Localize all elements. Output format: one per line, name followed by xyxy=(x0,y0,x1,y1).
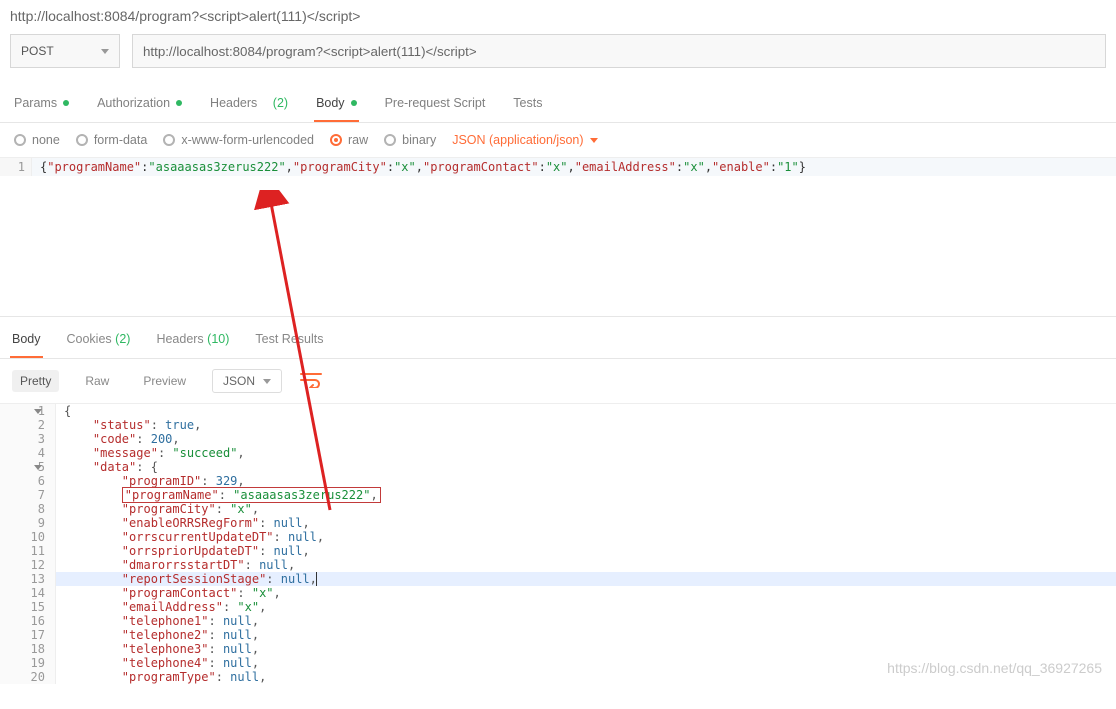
resp-tab-test-results[interactable]: Test Results xyxy=(253,322,325,358)
tab-body[interactable]: Body xyxy=(314,86,359,122)
radio-none[interactable]: none xyxy=(14,133,60,147)
content-type-select[interactable]: JSON (application/json) xyxy=(452,133,597,147)
json-line[interactable]: 2 "status": true, xyxy=(0,418,1116,432)
resp-tab-cookies[interactable]: Cookies (2) xyxy=(65,322,133,358)
tab-tests[interactable]: Tests xyxy=(511,86,544,122)
json-line[interactable]: 7 "programName": "asaaasas3zerus222", xyxy=(0,488,1116,502)
status-dot-icon xyxy=(176,100,182,106)
chevron-down-icon xyxy=(590,138,598,143)
resp-tab-body[interactable]: Body xyxy=(10,322,43,358)
mode-preview[interactable]: Preview xyxy=(135,370,194,392)
radio-form-data[interactable]: form-data xyxy=(76,133,148,147)
request-body-line[interactable]: {"programName":"asaaasas3alert(111)zerus… xyxy=(32,158,1116,176)
json-line[interactable]: 19 "telephone4": null, xyxy=(0,656,1116,670)
mode-raw[interactable]: Raw xyxy=(77,370,117,392)
tab-headers[interactable]: Headers (2) xyxy=(208,86,290,122)
radio-binary[interactable]: binary xyxy=(384,133,436,147)
gutter-line-number: 1 xyxy=(0,158,32,176)
json-line[interactable]: 3 "code": 200, xyxy=(0,432,1116,446)
format-select[interactable]: JSON xyxy=(212,369,282,393)
resp-tab-headers[interactable]: Headers (10) xyxy=(154,322,231,358)
json-line[interactable]: 10 "orrscurrentUpdateDT": null, xyxy=(0,530,1116,544)
tab-prerequest[interactable]: Pre-request Script xyxy=(383,86,488,122)
request-body-editor[interactable]: 1 {"programName":"asaaasas3alert(111)zer… xyxy=(0,157,1116,316)
mode-pretty[interactable]: Pretty xyxy=(12,370,59,392)
json-line[interactable]: 9 "enableORRSRegForm": null, xyxy=(0,516,1116,530)
tab-authorization[interactable]: Authorization xyxy=(95,86,184,122)
json-line[interactable]: 20 "programType": null, xyxy=(0,670,1116,684)
url-input[interactable] xyxy=(132,34,1106,68)
json-line[interactable]: 4 "message": "succeed", xyxy=(0,446,1116,460)
json-line[interactable]: 14 "programContact": "x", xyxy=(0,586,1116,600)
json-line[interactable]: 15 "emailAddress": "x", xyxy=(0,600,1116,614)
json-line[interactable]: 8 "programCity": "x", xyxy=(0,502,1116,516)
http-method-select[interactable]: POST xyxy=(10,34,120,68)
json-line[interactable]: 11 "orrspriorUpdateDT": null, xyxy=(0,544,1116,558)
response-toolbar: Pretty Raw Preview JSON xyxy=(0,359,1116,403)
json-line[interactable]: 1{ xyxy=(0,404,1116,418)
json-line[interactable]: 17 "telephone2": null, xyxy=(0,628,1116,642)
json-line[interactable]: 12 "dmarorrsstartDT": null, xyxy=(0,558,1116,572)
json-line[interactable]: 5 "data": { xyxy=(0,460,1116,474)
json-line[interactable]: 6 "programID": 329, xyxy=(0,474,1116,488)
tab-params[interactable]: Params xyxy=(12,86,71,122)
chevron-down-icon xyxy=(263,379,271,384)
wrap-lines-icon[interactable] xyxy=(300,372,322,391)
request-tabs: Params Authorization Headers (2) Body Pr… xyxy=(0,86,1116,123)
status-dot-icon xyxy=(63,100,69,106)
radio-raw[interactable]: raw xyxy=(330,133,368,147)
json-line[interactable]: 18 "telephone3": null, xyxy=(0,642,1116,656)
http-method-value: POST xyxy=(21,44,54,58)
chevron-down-icon xyxy=(101,49,109,54)
radio-urlencoded[interactable]: x-www-form-urlencoded xyxy=(163,133,314,147)
response-tabs: Body Cookies (2) Headers (10) Test Resul… xyxy=(0,322,1116,359)
json-line[interactable]: 16 "telephone1": null, xyxy=(0,614,1116,628)
response-body[interactable]: 1{2 "status": true,3 "code": 200,4 "mess… xyxy=(0,403,1116,684)
body-type-radios: none form-data x-www-form-urlencoded raw… xyxy=(0,123,1116,157)
json-line[interactable]: 13 "reportSessionStage": null, xyxy=(0,572,1116,586)
page-title: http://localhost:8084/program?<script>al… xyxy=(0,0,1116,24)
status-dot-icon xyxy=(351,100,357,106)
